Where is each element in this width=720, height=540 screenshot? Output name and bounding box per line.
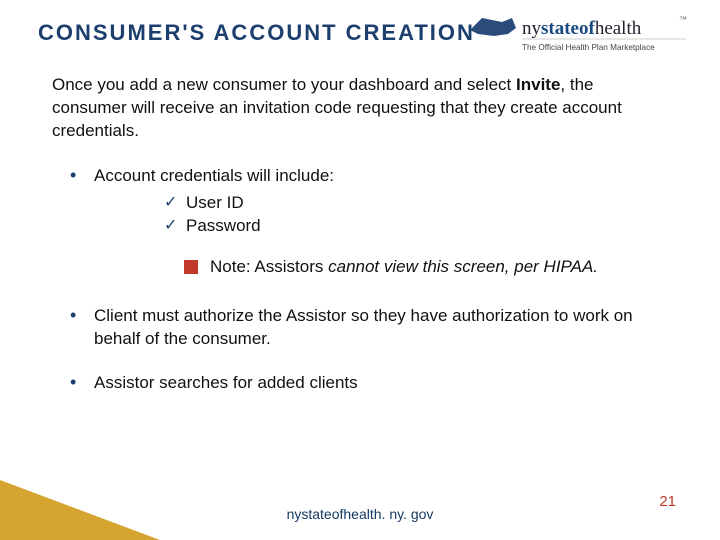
intro-pre: Once you add a new consumer to your dash… [52, 75, 516, 94]
note-ital: cannot view this screen, per HIPAA. [328, 257, 598, 276]
svg-text:™: ™ [679, 15, 687, 24]
corner-triangle-icon [0, 480, 160, 540]
logo-ny: ny [522, 18, 542, 39]
cred-item-password: Password [164, 215, 668, 238]
bullet-authorize: Client must authorize the Assistor so th… [70, 305, 668, 351]
logo-health: health [595, 18, 642, 39]
logo-tagline: The Official Health Plan Marketplace [522, 43, 655, 52]
intro-text: Once you add a new consumer to your dash… [52, 74, 668, 143]
red-square-icon [184, 260, 198, 274]
note-text: Note: Assistors cannot view this screen,… [210, 256, 598, 279]
nysoh-logo: nystateofhealth ™ The Official Health Pl… [464, 12, 694, 60]
logo-stateof: stateof [541, 18, 595, 39]
credentials-sublist: User ID Password [94, 192, 668, 238]
intro-bold: Invite [516, 75, 560, 94]
bullet-credentials: Account credentials will include: User I… [70, 165, 668, 279]
credentials-label: Account credentials will include: [94, 166, 334, 185]
slide: CONSUMER'S ACCOUNT CREATION nystateofhea… [0, 0, 720, 540]
note-row: Note: Assistors cannot view this screen,… [184, 256, 668, 279]
page-number: 21 [659, 493, 676, 510]
bullet-search: Assistor searches for added clients [70, 372, 668, 395]
cred-item-userid: User ID [164, 192, 668, 215]
note-pre: Note: Assistors [210, 257, 328, 276]
bullet-list: Account credentials will include: User I… [52, 165, 668, 396]
body-content: Once you add a new consumer to your dash… [38, 74, 682, 395]
svg-text:nystateofhealth: nystateofhealth [522, 18, 642, 39]
